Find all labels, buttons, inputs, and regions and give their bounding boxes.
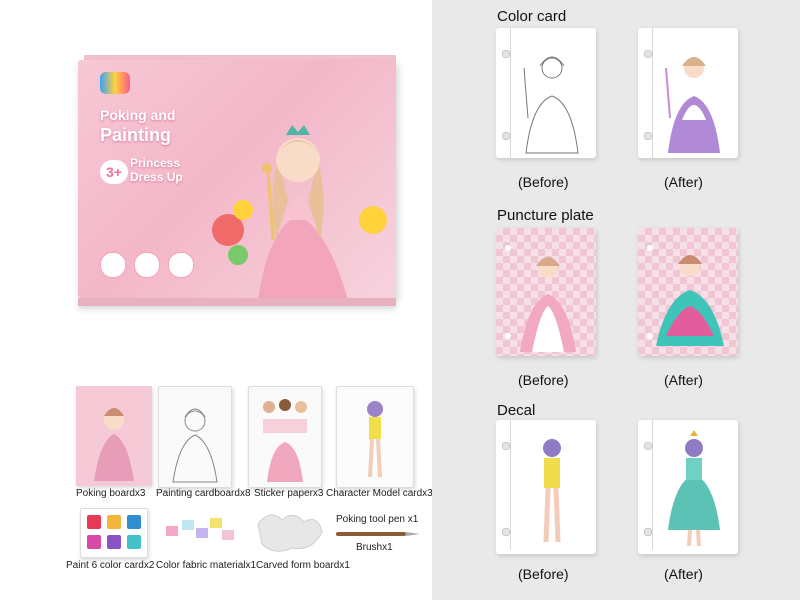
sticker-paper-image: [248, 386, 322, 488]
fabric-material-image: [160, 512, 240, 552]
contents-caption: Paint 6 color cardx2: [66, 560, 155, 571]
product-box: Poking and Painting 3+ Princess Dress Up: [78, 55, 398, 306]
after-label: (After): [664, 566, 703, 582]
contents-caption: Sticker paperx3: [254, 488, 324, 499]
paint-brush-icon: [134, 252, 160, 278]
decal-before: [496, 420, 596, 554]
section-title: Decal: [497, 402, 536, 419]
feature-icons: [100, 252, 194, 278]
princess-illustration: [212, 125, 387, 298]
box-title-line1: Poking and: [100, 107, 176, 123]
box-subtitle-line2: Dress Up: [130, 170, 183, 184]
poke-tool-icon: [100, 252, 126, 278]
contents-caption: Character Model cardx3: [326, 488, 433, 499]
before-label: (Before): [518, 174, 569, 190]
paint-swatch: [107, 515, 121, 529]
paint-swatches: [87, 515, 141, 549]
comparison-panel: Color card (Before) (After) Puncture pla…: [432, 0, 800, 600]
contents-caption: Brushx1: [356, 542, 393, 553]
paint-swatch: [127, 535, 141, 549]
section-title: Puncture plate: [497, 207, 594, 224]
poking-pen-icon: [336, 532, 420, 536]
puncture-plate-before: [496, 228, 596, 356]
paint-swatch: [87, 515, 101, 529]
box-bottom-edge: [78, 298, 396, 306]
box-title-line2: Painting: [100, 125, 171, 145]
box-subtitle-line1: Princess: [130, 156, 181, 170]
paint-swatch: [107, 535, 121, 549]
puncture-plate-after: [638, 228, 738, 356]
paint-swatch: [87, 535, 101, 549]
contents-caption: Poking tool pen x1: [336, 514, 419, 525]
contents-caption: Painting cardboardx8: [156, 488, 251, 499]
before-label: (Before): [518, 566, 569, 582]
contents-caption: Poking boardx3: [76, 488, 146, 499]
color-card-before: [496, 28, 596, 158]
brand-logo-icon: [100, 72, 130, 94]
sticker-icon: [168, 252, 194, 278]
box-front: Poking and Painting 3+ Princess Dress Up: [78, 60, 396, 298]
box-subtitle: Princess Dress Up: [130, 156, 183, 184]
paint-color-card: [80, 508, 148, 558]
paint-swatch: [127, 515, 141, 529]
character-model-card-image: [336, 386, 414, 488]
contents-caption: Carved form boardx1: [256, 560, 350, 571]
painting-cardboard-image: [158, 386, 232, 488]
age-badge: 3+: [100, 160, 128, 184]
contents-caption: Color fabric materialx1: [156, 560, 257, 571]
color-card-after: [638, 28, 738, 158]
after-label: (After): [664, 174, 703, 190]
decal-after: [638, 420, 738, 554]
carved-form-board-image: [252, 504, 328, 558]
section-title: Color card: [497, 8, 567, 25]
before-label: (Before): [518, 372, 569, 388]
box-title: Poking and Painting: [100, 106, 200, 146]
poking-board-image: [76, 386, 152, 486]
product-panel: Poking and Painting 3+ Princess Dress Up: [0, 0, 433, 600]
after-label: (After): [664, 372, 703, 388]
